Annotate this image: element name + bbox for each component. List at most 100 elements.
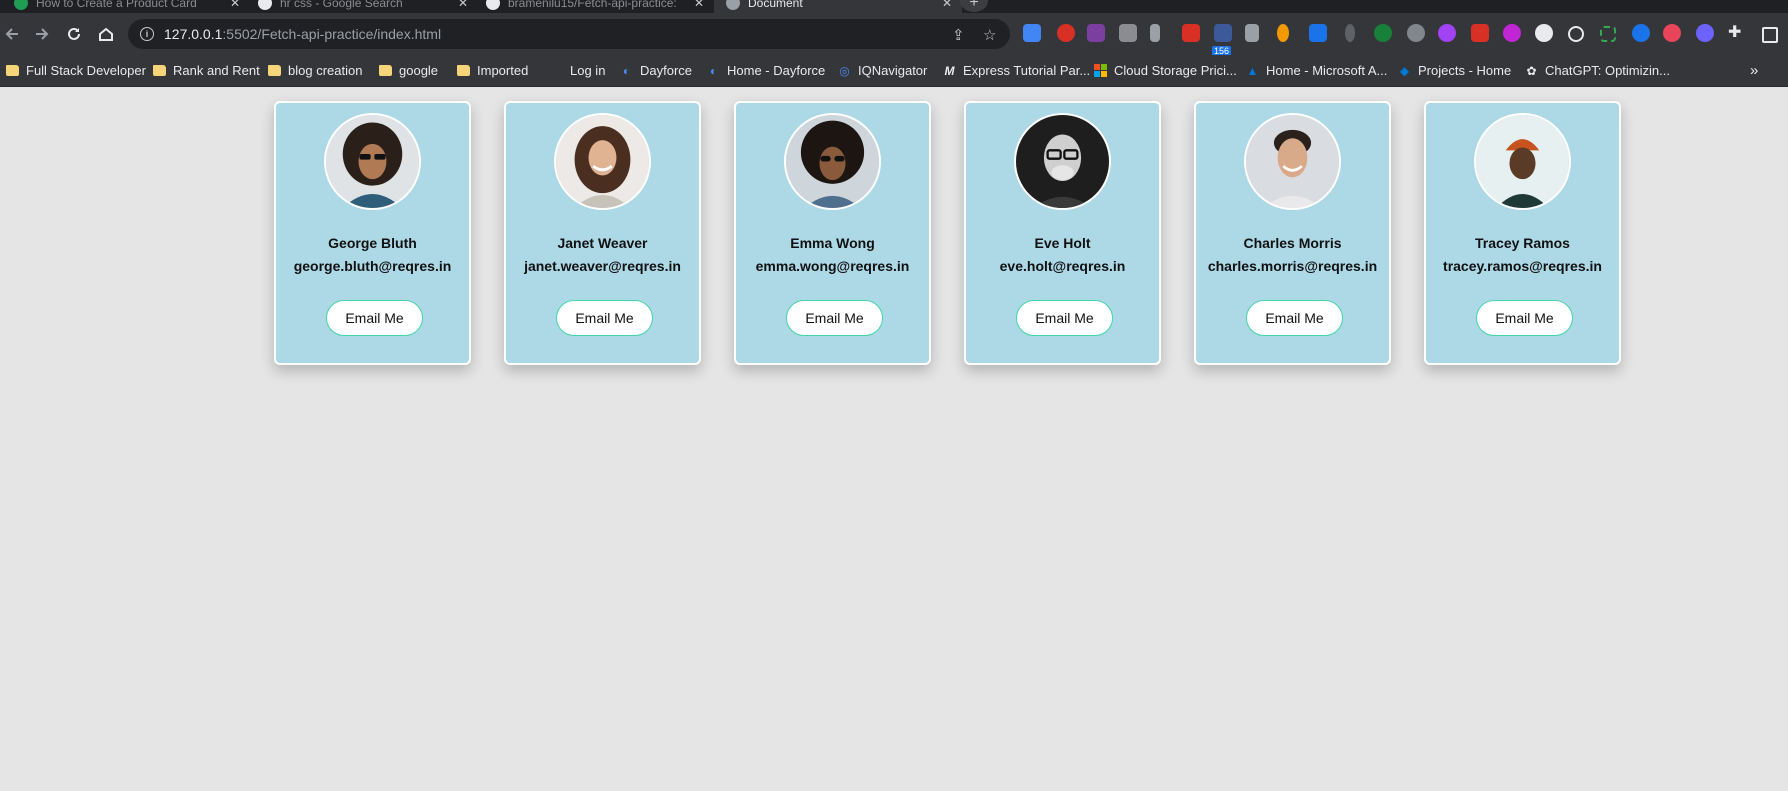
reload-button[interactable] <box>62 22 86 46</box>
tab-document[interactable]: Document ✕ <box>714 0 962 13</box>
bookmark-item[interactable]: ◐ Home - Dayforce <box>707 55 825 86</box>
extension-icon[interactable] <box>1632 24 1650 42</box>
bookmark-label: Projects - Home <box>1418 63 1512 78</box>
avatar <box>554 113 651 210</box>
bookmark-item[interactable]: blog creation <box>268 55 362 86</box>
bookmark-label: Home - Dayforce <box>727 63 826 78</box>
bookmark-label: Dayforce <box>640 63 693 78</box>
tab-github[interactable]: bramenilu15/Fetch-api-practice: ✕ <box>476 0 714 13</box>
folder-icon <box>457 65 470 76</box>
microsoft-icon <box>1094 64 1107 77</box>
globe-icon <box>726 0 740 10</box>
extension-icon[interactable] <box>1245 24 1259 42</box>
email-me-button[interactable]: Email Me <box>1476 300 1573 336</box>
extension-icon[interactable] <box>1277 24 1289 42</box>
bookmark-item[interactable]: Cloud Storage Prici... <box>1094 55 1237 86</box>
extension-icon[interactable] <box>1663 24 1681 42</box>
user-email: george.bluth@reqres.in <box>293 258 452 274</box>
browser-toolbar: i 127.0.0.1:5502/Fetch-api-practice/inde… <box>0 13 1788 57</box>
extension-icon[interactable] <box>1438 24 1456 42</box>
email-me-button[interactable]: Email Me <box>326 300 423 336</box>
screenshot-icon[interactable] <box>1600 26 1616 42</box>
bookmark-item[interactable]: Rank and Rent <box>153 55 260 86</box>
bookmark-item[interactable]: Log in <box>570 55 605 86</box>
extension-icon[interactable] <box>1214 24 1232 42</box>
email-me-button[interactable]: Email Me <box>1016 300 1113 336</box>
avatar <box>1474 113 1571 210</box>
close-icon[interactable]: ✕ <box>694 0 704 10</box>
avatar <box>784 113 881 210</box>
tab-title: bramenilu15/Fetch-api-practice: <box>508 0 677 10</box>
onenote-icon[interactable] <box>1087 24 1105 42</box>
forward-button[interactable] <box>30 22 54 46</box>
user-email: janet.weaver@reqres.in <box>524 258 681 274</box>
url-text[interactable]: 127.0.0.1:5502/Fetch-api-practice/index.… <box>164 26 441 42</box>
dayforce-icon: ◐ <box>622 63 631 78</box>
back-button[interactable] <box>0 22 24 46</box>
extension-icon[interactable] <box>1535 24 1553 42</box>
user-email: emma.wong@reqres.in <box>755 258 910 274</box>
email-me-button[interactable]: Email Me <box>786 300 883 336</box>
extension-icon[interactable] <box>1471 24 1489 42</box>
bookmark-item[interactable]: ✿ ChatGPT: Optimizin... <box>1525 55 1670 86</box>
user-email: tracey.ramos@reqres.in <box>1443 258 1602 274</box>
user-name: Charles Morris <box>1243 235 1342 251</box>
extension-icon[interactable] <box>1182 24 1200 42</box>
iqnavigator-icon: ◎ <box>839 63 850 78</box>
bookmark-item[interactable]: Imported <box>457 55 528 86</box>
email-me-button[interactable]: Email Me <box>556 300 653 336</box>
bookmark-label: ChatGPT: Optimizin... <box>1545 63 1670 78</box>
extensions-puzzle-icon[interactable]: ✚ <box>1728 22 1746 41</box>
site-info-icon[interactable]: i <box>140 27 154 41</box>
tab-google-search[interactable]: hr css - Google Search ✕ <box>248 0 478 13</box>
user-email: charles.morris@reqres.in <box>1207 258 1378 274</box>
bookmark-item[interactable]: ◆ Projects - Home <box>1398 55 1511 86</box>
address-bar[interactable]: i 127.0.0.1:5502/Fetch-api-practice/inde… <box>128 19 1010 49</box>
github-icon <box>486 0 500 10</box>
tab-product-card[interactable]: How to Create a Product Card ✕ <box>4 0 250 13</box>
bookmark-item[interactable]: google <box>379 55 438 86</box>
extension-icon[interactable] <box>1119 24 1137 42</box>
side-panel-icon[interactable] <box>1762 27 1778 43</box>
user-card: Emma Wong emma.wong@reqres.in Email Me <box>734 101 931 365</box>
react-devtools-icon[interactable] <box>1568 26 1584 42</box>
user-card: Eve Holt eve.holt@reqres.in Email Me <box>964 101 1161 365</box>
extension-icon[interactable] <box>1150 24 1160 42</box>
extension-icon[interactable] <box>1696 24 1714 42</box>
user-card: Tracey Ramos tracey.ramos@reqres.in Emai… <box>1424 101 1621 365</box>
bookmark-star-icon[interactable]: ☆ <box>983 26 996 44</box>
bookmark-item[interactable]: ▲ Home - Microsoft A... <box>1246 55 1388 86</box>
bookmark-label: Log in <box>570 63 606 78</box>
reload-icon <box>68 27 80 40</box>
url-path: :5502/Fetch-api-practice/index.html <box>222 26 442 42</box>
new-tab-button[interactable]: + <box>960 0 988 12</box>
arrow-right-icon <box>36 28 49 40</box>
more-bookmarks-button[interactable]: » <box>1750 55 1758 86</box>
home-button[interactable] <box>94 22 118 46</box>
avatar-photo <box>1476 115 1569 208</box>
user-name: George Bluth <box>328 235 417 251</box>
close-icon[interactable]: ✕ <box>942 0 952 10</box>
email-me-button[interactable]: Email Me <box>1246 300 1343 336</box>
close-icon[interactable]: ✕ <box>458 0 468 10</box>
close-icon[interactable]: ✕ <box>230 0 240 10</box>
extension-icon[interactable] <box>1503 24 1521 42</box>
extension-icon[interactable] <box>1345 24 1355 42</box>
bookmark-item[interactable]: Full Stack Developer <box>6 55 146 86</box>
bookmark-item[interactable]: M Express Tutorial Par... <box>943 55 1091 86</box>
avatar-photo <box>1246 115 1339 208</box>
avatar <box>1244 113 1341 210</box>
azure-devops-icon: ◆ <box>1399 63 1410 78</box>
bookmark-item[interactable]: ◐ Dayforce <box>620 55 692 86</box>
extension-icon[interactable] <box>1407 24 1425 42</box>
extension-icon[interactable] <box>1309 24 1327 42</box>
extension-icon[interactable] <box>1374 24 1392 42</box>
user-name: Tracey Ramos <box>1475 235 1570 251</box>
adblock-icon[interactable] <box>1057 24 1075 42</box>
bookmark-item[interactable]: ◎ IQNavigator <box>838 55 927 86</box>
avatar <box>324 113 421 210</box>
user-name: Janet Weaver <box>557 235 648 251</box>
google-translate-icon[interactable] <box>1023 24 1041 42</box>
share-icon[interactable]: ⇪ <box>952 26 965 44</box>
avatar-photo <box>1016 115 1109 208</box>
